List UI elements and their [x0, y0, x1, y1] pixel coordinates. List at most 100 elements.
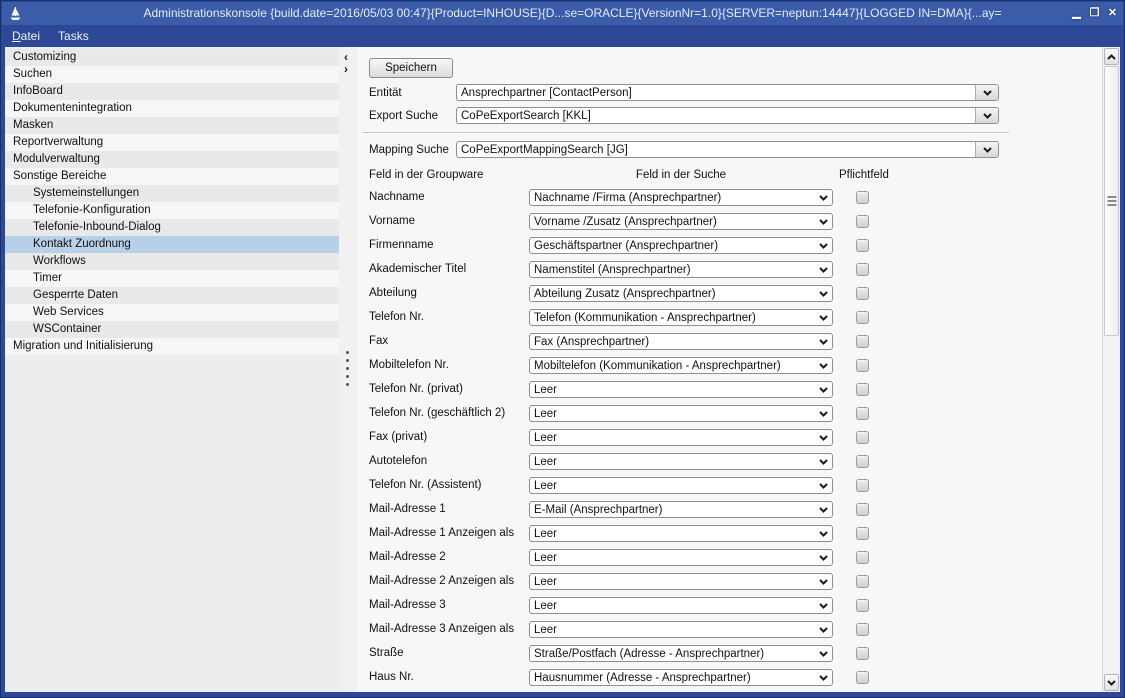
pflichtfeld-checkbox[interactable] [856, 575, 869, 588]
splitter[interactable]: ‹ › [339, 47, 357, 692]
pflichtfeld-checkbox[interactable] [856, 431, 869, 444]
suche-field-dropdown[interactable]: Mobiltelefon (Kommunikation - Ansprechpa… [529, 357, 833, 374]
mapping-row: Firmenname Geschäftspartner (Ansprechpar… [369, 237, 1102, 261]
entitaet-dropdown[interactable]: Ansprechpartner [ContactPerson] [456, 84, 999, 101]
suche-field-dropdown[interactable]: Vorname /Zusatz (Ansprechpartner) [529, 213, 833, 230]
pflichtfeld-checkbox[interactable] [856, 335, 869, 348]
pflichtfeld-checkbox[interactable] [856, 239, 869, 252]
chevron-down-icon[interactable] [975, 108, 998, 123]
sidebar-item[interactable]: Telefonie-Konfiguration [5, 202, 339, 219]
splitter-handle-icon[interactable] [346, 351, 349, 386]
suche-field-dropdown[interactable]: Hausnummer (Adresse - Ansprechpartner) [529, 669, 833, 686]
sidebar-item[interactable]: Telefonie-Inbound-Dialog [5, 219, 339, 236]
sidebar-item[interactable]: Sonstige Bereiche [5, 168, 339, 185]
suche-field-dropdown[interactable]: Leer [529, 453, 833, 470]
pflichtfeld-checkbox[interactable] [856, 479, 869, 492]
suche-field-dropdown[interactable]: Leer [529, 525, 833, 542]
pflichtfeld-checkbox[interactable] [856, 671, 869, 684]
chevron-down-icon [814, 195, 832, 201]
groupware-field-label: Mail-Adresse 1 Anzeigen als [369, 525, 529, 542]
suche-field-dropdown[interactable]: Leer [529, 549, 833, 566]
groupware-field-label: Firmenname [369, 237, 529, 254]
suche-field-dropdown[interactable]: Leer [529, 621, 833, 638]
pflichtfeld-checkbox[interactable] [856, 287, 869, 300]
chevron-down-icon [814, 627, 832, 633]
pflichtfeld-checkbox[interactable] [856, 455, 869, 468]
mapping-row: Haus Nr. Hausnummer (Adresse - Ansprechp… [369, 669, 1102, 692]
menu-item[interactable]: Tasks [58, 29, 89, 43]
sidebar-item[interactable]: WSContainer [5, 321, 339, 338]
mapping-row: Nachname Nachname /Firma (Ansprechpartne… [369, 189, 1102, 213]
entitaet-label: Entität [369, 87, 456, 99]
sidebar-item[interactable]: Systemeinstellungen [5, 185, 339, 202]
sidebar-item[interactable]: Dokumentenintegration [5, 100, 339, 117]
sidebar-item[interactable]: Workflows [5, 253, 339, 270]
sidebar-item[interactable]: Gesperrte Daten [5, 287, 339, 304]
maximize-button[interactable]: ❐ [1087, 4, 1102, 22]
pflichtfeld-checkbox[interactable] [856, 263, 869, 276]
suche-field-dropdown[interactable]: Fax (Ansprechpartner) [529, 333, 833, 350]
pflichtfeld-checkbox[interactable] [856, 599, 869, 612]
sidebar-item[interactable]: Customizing [5, 49, 339, 66]
sidebar-item[interactable]: InfoBoard [5, 83, 339, 100]
pflichtfeld-checkbox[interactable] [856, 407, 869, 420]
pflichtfeld-checkbox[interactable] [856, 647, 869, 660]
pflichtfeld-checkbox[interactable] [856, 623, 869, 636]
pflichtfeld-checkbox[interactable] [856, 551, 869, 564]
pflichtfeld-checkbox[interactable] [856, 191, 869, 204]
chevron-down-icon [814, 315, 832, 321]
sidebar-tree: CustomizingSuchenInfoBoardDokumenteninte… [5, 47, 339, 692]
sidebar-item[interactable]: Reportverwaltung [5, 134, 339, 151]
content-area: CustomizingSuchenInfoBoardDokumenteninte… [5, 47, 1120, 692]
mapping-row: Mobiltelefon Nr. Mobiltelefon (Kommunika… [369, 357, 1102, 381]
pflichtfeld-checkbox[interactable] [856, 383, 869, 396]
close-button[interactable]: ✕ [1105, 4, 1120, 22]
pflichtfeld-checkbox[interactable] [856, 527, 869, 540]
chevron-down-icon [814, 243, 832, 249]
groupware-field-label: Telefon Nr. (privat) [369, 381, 529, 398]
sidebar-item[interactable]: Kontakt Zuordnung [5, 236, 339, 253]
suche-field-dropdown[interactable]: Abteilung Zusatz (Ansprechpartner) [529, 285, 833, 302]
mapping-row: Akademischer Titel Namenstitel (Ansprech… [369, 261, 1102, 285]
pflichtfeld-checkbox[interactable] [856, 215, 869, 228]
chevron-down-icon [814, 459, 832, 465]
suche-field-dropdown[interactable]: Nachname /Firma (Ansprechpartner) [529, 189, 833, 206]
suche-field-dropdown[interactable]: Leer [529, 405, 833, 422]
suche-field-dropdown[interactable]: Leer [529, 597, 833, 614]
suche-field-dropdown[interactable]: Namenstitel (Ansprechpartner) [529, 261, 833, 278]
header-feld-groupware: Feld in der Groupware [369, 169, 529, 181]
entitaet-field-row: Entität Ansprechpartner [ContactPerson] [369, 84, 999, 101]
suche-field-dropdown[interactable]: Leer [529, 429, 833, 446]
suche-field-dropdown[interactable]: Geschäftspartner (Ansprechpartner) [529, 237, 833, 254]
suche-field-dropdown[interactable]: Telefon (Kommunikation - Ansprechpartner… [529, 309, 833, 326]
suche-field-dropdown[interactable]: Leer [529, 573, 833, 590]
chevron-down-icon[interactable] [975, 142, 998, 157]
pflichtfeld-checkbox[interactable] [856, 311, 869, 324]
pflichtfeld-checkbox[interactable] [856, 359, 869, 372]
mapping-row: Telefon Nr. Telefon (Kommunikation - Ans… [369, 309, 1102, 333]
suche-field-dropdown[interactable]: Straße/Postfach (Adresse - Ansprechpartn… [529, 645, 833, 662]
sidebar-item[interactable]: Web Services [5, 304, 339, 321]
sidebar-item[interactable]: Suchen [5, 66, 339, 83]
scroll-up-button[interactable] [1104, 48, 1119, 65]
groupware-field-label: Mail-Adresse 2 [369, 549, 529, 566]
expand-right-icon[interactable]: › [344, 64, 348, 74]
export-suche-dropdown[interactable]: CoPeExportSearch [KKL] [456, 107, 999, 124]
minimize-button[interactable]: ▁ [1069, 4, 1084, 22]
scroll-down-button[interactable] [1104, 674, 1119, 691]
chevron-down-icon[interactable] [975, 85, 998, 100]
sidebar-item[interactable]: Migration und Initialisierung [5, 338, 339, 355]
mapping-suche-dropdown[interactable]: CoPeExportMappingSearch [JG] [456, 141, 999, 158]
menu-item[interactable]: Datei [12, 29, 40, 43]
sidebar-item[interactable]: Timer [5, 270, 339, 287]
vertical-scrollbar[interactable] [1102, 47, 1120, 692]
suche-field-dropdown[interactable]: Leer [529, 381, 833, 398]
sidebar-item[interactable]: Masken [5, 117, 339, 134]
suche-field-dropdown[interactable]: Leer [529, 477, 833, 494]
sidebar-item[interactable]: Modulverwaltung [5, 151, 339, 168]
save-button[interactable]: Speichern [369, 58, 453, 78]
pflichtfeld-checkbox[interactable] [856, 503, 869, 516]
suche-field-dropdown[interactable]: E-Mail (Ansprechpartner) [529, 501, 833, 518]
scrollbar-thumb[interactable] [1104, 66, 1119, 336]
collapse-left-icon[interactable]: ‹ [344, 52, 348, 62]
